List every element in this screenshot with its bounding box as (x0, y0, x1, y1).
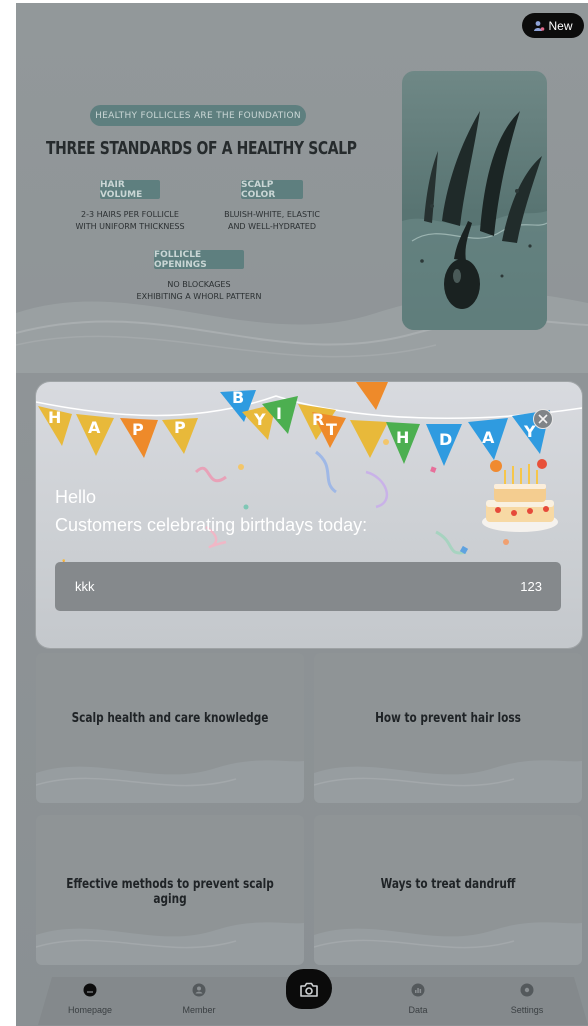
customer-value: 123 (520, 579, 542, 594)
close-icon (538, 414, 548, 424)
scalp-color-desc: BLUISH-WHITE, ELASTIC AND WELL-HYDRATED (224, 210, 320, 231)
card-title: Scalp health and care knowledge (71, 711, 269, 726)
hello-text: Hello (55, 487, 97, 507)
card-title: How to prevent hair loss (375, 711, 521, 726)
banner-letters: H A P P Y B I R T H D A Y (36, 382, 582, 462)
banner-letter: I (276, 404, 282, 423)
new-label: New (548, 18, 573, 33)
member-icon (192, 983, 206, 997)
banner-letter: H (48, 408, 62, 427)
nav-label: Data (408, 1005, 428, 1015)
hair-volume-desc: 2-3 HAIRS PER FOLLICLE WITH UNIFORM THIC… (75, 210, 185, 231)
close-button[interactable] (533, 409, 553, 429)
nav-member[interactable]: Member (164, 983, 234, 1015)
birthday-subtitle: Customers celebrating birthdays today: (55, 515, 368, 535)
customer-name: kkk (75, 579, 95, 594)
birthday-modal: H A P P Y B I R T H D A Y Hello Customer… (36, 382, 582, 648)
home-icon (83, 983, 97, 997)
follicle-openings-desc: NO BLOCKAGES EXHIBITING A WHORL PATTERN (136, 280, 262, 301)
camera-icon (300, 982, 318, 997)
hero-title: THREE STANDARDS OF A HEALTHY SCALP (46, 138, 357, 159)
nav-label: Homepage (67, 1005, 113, 1015)
banner-letter: P (132, 420, 144, 439)
nav-label: Member (182, 1005, 216, 1015)
banner-letter: Y (524, 422, 536, 441)
cake-icon (482, 459, 558, 532)
banner-letter: P (174, 418, 186, 437)
card-treat-dandruff[interactable]: Ways to treat dandruff (314, 815, 582, 965)
nav-homepage[interactable]: Homepage (55, 983, 125, 1015)
tag-scalp-color: SCALP COLOR (241, 180, 303, 200)
banner-letter: A (482, 428, 495, 447)
camera-button[interactable] (286, 969, 332, 1009)
banner-letter: B (232, 388, 245, 407)
settings-icon (520, 983, 534, 997)
hair-follicle-image (402, 71, 547, 330)
banner-letter: D (439, 430, 453, 449)
nav-data[interactable]: Data (383, 983, 453, 1015)
tag-hair-volume: HAIR VOLUME (100, 180, 160, 200)
card-wave-decoration (36, 760, 304, 803)
data-icon (411, 983, 425, 997)
banner-letter: T (326, 420, 337, 439)
nav-label: Settings (510, 1005, 544, 1015)
customer-row[interactable]: kkk 123 (55, 562, 561, 611)
card-prevent-scalp-aging[interactable]: Effective methods to prevent scalp aging (36, 815, 304, 965)
tag-follicle-openings: FOLLICLE OPENINGS (154, 250, 244, 270)
card-wave-decoration (314, 760, 582, 803)
card-wave-decoration (36, 922, 304, 965)
banner-letter: A (88, 418, 101, 437)
hero-pill: HEALTHY FOLLICLES ARE THE FOUNDATION (90, 105, 306, 126)
nav-settings[interactable]: Settings (492, 983, 562, 1015)
card-scalp-health[interactable]: Scalp health and care knowledge (36, 653, 304, 803)
banner-letter: Y (254, 410, 266, 429)
card-prevent-hair-loss[interactable]: How to prevent hair loss (314, 653, 582, 803)
banner-letter: R (312, 410, 325, 429)
card-wave-decoration (314, 922, 582, 965)
hero-banner[interactable]: HEALTHY FOLLICLES ARE THE FOUNDATION THR… (16, 3, 588, 373)
new-button[interactable]: New (522, 13, 584, 38)
banner-letter: H (396, 428, 410, 447)
user-add-icon (534, 20, 545, 31)
card-title: Ways to treat dandruff (380, 877, 516, 892)
